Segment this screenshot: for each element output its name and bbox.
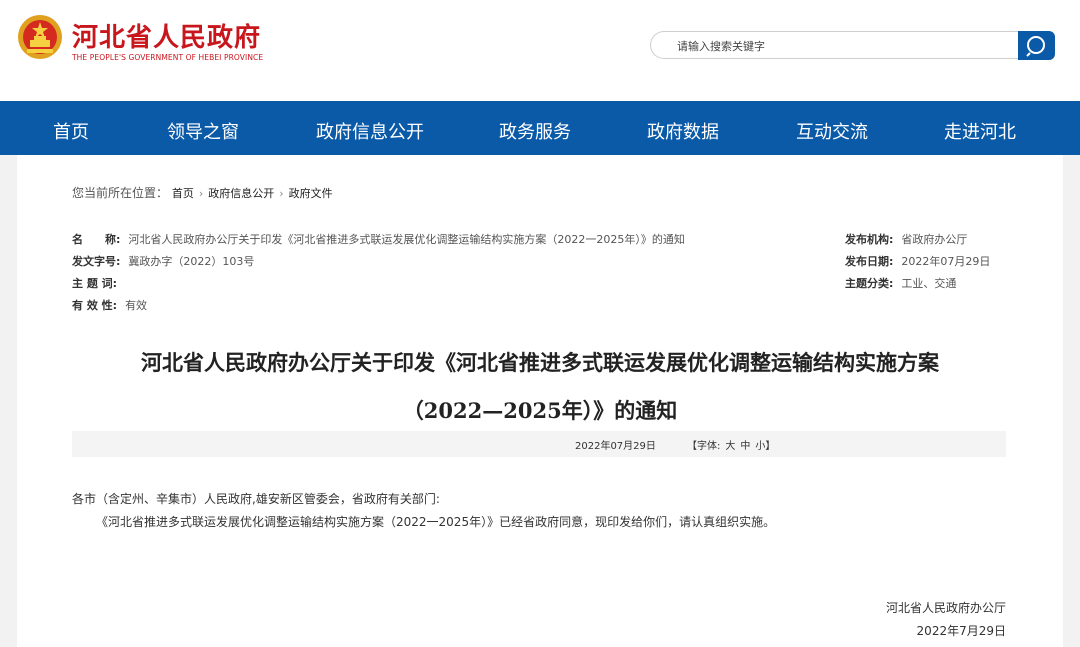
meta-name-label: 名 称:: [72, 233, 121, 246]
content-panel: 您当前所在位置： 首页 › 政府信息公开 › 政府文件 名 称: 河北省人民政府办公厅关于…: [17, 155, 1063, 647]
document-info-bar: 2022年07月29日 【字体: 大中小】: [72, 431, 1006, 457]
chevron-right-icon: ›: [279, 187, 284, 200]
national-emblem-icon[interactable]: [17, 14, 63, 60]
meta-category-value: 工业、交通: [901, 277, 957, 290]
meta-keywords-label: 主 题 词:: [72, 277, 118, 290]
search-icon: [1026, 36, 1045, 57]
nav-about-hebei[interactable]: 走进河北: [944, 118, 1016, 144]
nav-home[interactable]: 首页: [53, 118, 89, 144]
document-date: 2022年07月29日: [575, 441, 656, 452]
breadcrumb-prefix: 您当前所在位置：: [72, 186, 169, 200]
nav-gov-info[interactable]: 政府信息公开: [316, 118, 424, 144]
site-title[interactable]: 河北省人民政府: [72, 17, 261, 54]
meta-validity-value: 有效: [125, 299, 148, 312]
meta-issuer: 发布机构: 省政府办公厅: [845, 231, 967, 247]
font-size-label: 【字体:: [687, 441, 721, 452]
document-title-line1: 河北省人民政府办公厅关于印发《河北省推进多式联运发展优化调整运输结构实施方案: [141, 350, 939, 375]
meta-category: 主题分类: 工业、交通: [845, 275, 956, 291]
breadcrumb: 您当前所在位置： 首页 › 政府信息公开 › 政府文件: [72, 184, 333, 201]
site-header: 河北省人民政府 THE PEOPLE'S GOVERNMENT OF HEBEI…: [0, 0, 1080, 101]
site-subtitle: THE PEOPLE'S GOVERNMENT OF HEBEI PROVINC…: [72, 53, 264, 62]
nav-interaction[interactable]: 互动交流: [796, 118, 868, 144]
main-nav: 首页 领导之窗 政府信息公开 政务服务 政府数据 互动交流 走进河北: [0, 101, 1080, 155]
font-size-large[interactable]: 大: [725, 441, 735, 452]
meta-docno-label: 发文字号:: [72, 255, 121, 268]
meta-issuer-value: 省政府办公厅: [901, 233, 968, 246]
document-signature: 河北省人民政府办公厅: [885, 601, 1006, 615]
meta-docno: 发文字号: 冀政办字（2022）103号: [72, 253, 254, 269]
search-input[interactable]: 请输入搜索关键字: [650, 31, 1018, 59]
meta-date-value: 2022年07月29日: [901, 255, 991, 268]
breadcrumb-gov-info[interactable]: 政府信息公开: [208, 187, 274, 200]
font-size-small[interactable]: 小】: [755, 441, 775, 452]
meta-validity-label: 有 效 性:: [72, 299, 118, 312]
meta-issuer-label: 发布机构:: [845, 233, 894, 246]
meta-docno-value: 冀政办字（2022）103号: [128, 255, 255, 268]
nav-services[interactable]: 政务服务: [499, 118, 571, 144]
meta-category-label: 主题分类:: [845, 277, 894, 290]
meta-date-label: 发布日期:: [845, 255, 894, 268]
chevron-right-icon: ›: [198, 187, 204, 200]
meta-validity: 有 效 性: 有效: [72, 297, 147, 313]
meta-keywords: 主 题 词:: [72, 275, 125, 291]
breadcrumb-home[interactable]: 首页: [172, 187, 194, 200]
nav-leaders[interactable]: 领导之窗: [167, 118, 239, 144]
nav-data[interactable]: 政府数据: [647, 118, 719, 144]
search-placeholder: 请输入搜索关键字: [677, 40, 765, 53]
document-signature-date: 2022年7月29日: [916, 624, 1006, 638]
document-salutation: 各市（含定州、辛集市）人民政府,雄安新区管委会，省政府有关部门:: [72, 492, 440, 506]
meta-name: 名 称: 河北省人民政府办公厅关于印发《河北省推进多式联运发展优化调整运输结构实施…: [72, 231, 685, 247]
font-size-medium[interactable]: 中: [740, 441, 750, 452]
document-title-line2: （2022—2025年）》的通知: [402, 398, 678, 423]
font-size-controls: 【字体: 大中小】: [687, 437, 775, 452]
document-paragraph: 《河北省推进多式联运发展优化调整运输结构实施方案（2022一2025年）》已经省…: [96, 515, 776, 529]
search-button[interactable]: [1018, 31, 1055, 60]
breadcrumb-gov-docs[interactable]: 政府文件: [289, 187, 333, 200]
meta-name-value: 河北省人民政府办公厅关于印发《河北省推进多式联运发展优化调整运输结构实施方案（2…: [128, 233, 685, 246]
meta-date: 发布日期: 2022年07月29日: [845, 253, 990, 269]
